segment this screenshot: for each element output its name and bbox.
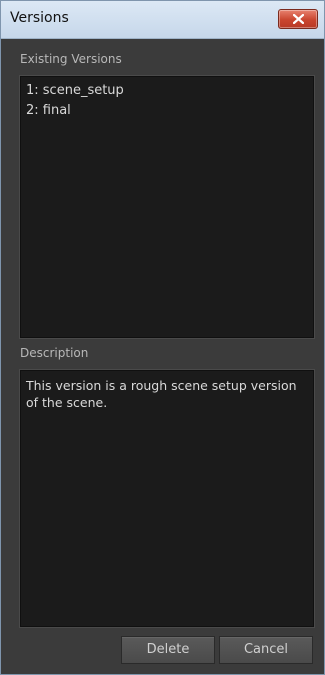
existing-versions-list[interactable]: 1: scene_setup 2: final <box>20 76 314 338</box>
close-button[interactable] <box>278 9 318 29</box>
description-label: Description <box>20 346 89 360</box>
delete-button[interactable]: Delete <box>121 636 215 664</box>
existing-versions-label: Existing Versions <box>20 52 122 66</box>
list-item[interactable]: 2: final <box>21 101 313 121</box>
cancel-button[interactable]: Cancel <box>219 636 313 664</box>
window-title: Versions <box>10 10 69 26</box>
versions-dialog: Versions Existing Versions 1: scene_setu… <box>0 0 325 675</box>
title-bar[interactable]: Versions <box>1 1 324 39</box>
description-field[interactable]: This version is a rough scene setup vers… <box>20 370 314 627</box>
list-item[interactable]: 1: scene_setup <box>21 81 313 101</box>
description-text: This version is a rough scene setup vers… <box>26 378 297 410</box>
close-icon <box>293 14 304 24</box>
